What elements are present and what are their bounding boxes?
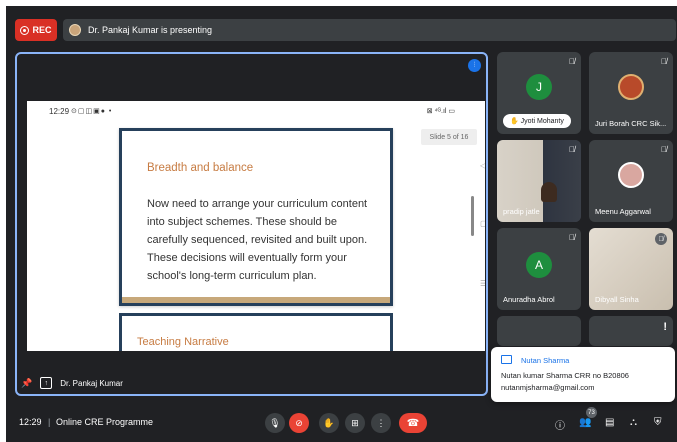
avatar: J bbox=[526, 74, 552, 100]
participant-tile[interactable]: 🎙̸ Dibyall Sinha bbox=[589, 228, 673, 310]
next-slide-card: Teaching Narrative bbox=[119, 313, 393, 351]
participant-count-badge: 73 bbox=[586, 407, 597, 418]
presenter-name: Dr. Pankaj Kumar bbox=[60, 378, 123, 388]
people-icon[interactable]: 👥 bbox=[579, 417, 591, 428]
notification-line-2: nutanmjsharma@gmail.com bbox=[501, 383, 595, 392]
presenter-avatar bbox=[69, 24, 81, 36]
mic-off-icon: 🎙̸ bbox=[569, 145, 575, 154]
speaking-indicator-icon: ⫶ bbox=[468, 59, 481, 72]
nav-back-icon[interactable]: ◁ bbox=[480, 161, 485, 170]
chat-notification[interactable]: Nutan Sharma Nutan kumar Sharma CRR no B… bbox=[491, 347, 675, 402]
camera-off-button[interactable]: ⊘ bbox=[289, 413, 309, 433]
meeting-name: Online CRE Programme bbox=[56, 417, 154, 427]
meet-window: REC Dr. Pankaj Kumar is presenting ⫶ 12:… bbox=[6, 6, 677, 442]
slide-body: Now need to arrange your curriculum cont… bbox=[147, 198, 368, 282]
leave-call-button[interactable]: ☎ bbox=[399, 413, 427, 433]
scroll-rail[interactable] bbox=[471, 196, 474, 236]
microphone-button[interactable]: 🎙 bbox=[265, 413, 285, 433]
participant-name: Dibyall Sinha bbox=[595, 295, 639, 304]
participant-silhouette bbox=[541, 182, 557, 202]
mic-off-icon: 🎙̸ bbox=[661, 145, 667, 154]
shared-screen: 12:29 ⊙▢◫▣● • ⊠ ⁴ᴳ.ıl ▭ Slide 5 of 16 Br… bbox=[27, 101, 485, 351]
meeting-details-icon[interactable]: ⓘ bbox=[555, 417, 565, 432]
slide-accent-bar bbox=[122, 297, 390, 303]
activities-icon[interactable]: ⛬ bbox=[630, 417, 637, 428]
mic-off-icon: 🎙̸ bbox=[569, 57, 575, 66]
participant-tile[interactable]: 🎙̸ A Anuradha Abrol bbox=[497, 228, 581, 310]
avatar bbox=[618, 162, 644, 188]
participant-name: ✋ Jyoti Mohanty bbox=[503, 114, 571, 128]
raise-hand-button[interactable]: ✋ bbox=[319, 413, 339, 433]
next-slide-title: Teaching Narrative bbox=[137, 336, 229, 348]
record-icon bbox=[20, 25, 30, 35]
participant-name: Anuradha Abrol bbox=[503, 295, 555, 304]
slide-card: Breadth and balance Now need to arrange … bbox=[119, 128, 393, 306]
present-now-button[interactable]: ⊞ bbox=[345, 413, 365, 433]
notification-line-1: Nutan kumar Sharma CRR no B20806 bbox=[501, 371, 629, 380]
signal-battery-icons: ⊠ ⁴ᴳ.ıl ▭ bbox=[426, 108, 455, 115]
mic-off-icon: 🎙̸ bbox=[661, 57, 667, 66]
participant-tile[interactable]: ! bbox=[589, 316, 673, 346]
device-status-icons: ⊙▢◫▣● • bbox=[71, 108, 113, 115]
participant-name: Meenu Aggarwal bbox=[595, 207, 651, 216]
nav-home-icon[interactable]: ▢ bbox=[480, 219, 485, 228]
mic-off-icon: 🎙̸ bbox=[655, 233, 667, 245]
present-screen-icon: ↑ bbox=[40, 377, 53, 389]
nav-menu-icon[interactable]: ☰ bbox=[480, 279, 485, 288]
mic-off-icon: 🎙̸ bbox=[569, 233, 575, 242]
avatar: A bbox=[526, 252, 552, 278]
participant-tile[interactable]: 🎙̸ pradip jatle bbox=[497, 140, 581, 222]
avatar bbox=[618, 74, 644, 100]
pin-icon[interactable]: 📌 bbox=[21, 378, 32, 389]
separator: | bbox=[48, 417, 51, 427]
chat-button-icon[interactable]: ▤ bbox=[605, 417, 614, 428]
device-time: 12:29 bbox=[49, 107, 70, 116]
participant-name: Juri Borah CRC Sik... bbox=[595, 119, 667, 128]
participant-tile[interactable] bbox=[497, 316, 581, 346]
notification-sender: Nutan Sharma bbox=[521, 356, 570, 365]
device-status-bar: 12:29 ⊙▢◫▣● • ⊠ ⁴ᴳ.ıl ▭ bbox=[27, 101, 485, 121]
slide-title: Breadth and balance bbox=[147, 162, 254, 174]
meeting-time: 12:29 bbox=[19, 417, 42, 427]
participant-name: pradip jatle bbox=[503, 207, 540, 216]
alert-icon: ! bbox=[663, 321, 667, 333]
presenting-banner: Dr. Pankaj Kumar is presenting bbox=[63, 19, 676, 41]
presenter-footer: 📌 ↑ Dr. Pankaj Kumar bbox=[21, 377, 123, 389]
more-options-button[interactable]: ⋮ bbox=[371, 413, 391, 433]
slide-counter: Slide 5 of 16 bbox=[421, 129, 477, 145]
recording-badge: REC bbox=[15, 19, 57, 41]
host-controls-icon[interactable]: ⛨ bbox=[654, 417, 662, 428]
participant-tile[interactable]: 🎙̸ J ✋ Jyoti Mohanty bbox=[497, 52, 581, 134]
presentation-stage[interactable]: ⫶ 12:29 ⊙▢◫▣● • ⊠ ⁴ᴳ.ıl ▭ Slide 5 of 16 … bbox=[15, 52, 488, 396]
participant-tile[interactable]: 🎙̸ Juri Borah CRC Sik... bbox=[589, 52, 673, 134]
presenting-text: Dr. Pankaj Kumar is presenting bbox=[88, 25, 213, 35]
participant-tile[interactable]: 🎙̸ Meenu Aggarwal bbox=[589, 140, 673, 222]
call-controls-bar: 12:29 | Online CRE Programme 🎙 ⊘ ✋ ⊞ ⋮ ☎… bbox=[6, 402, 677, 442]
recording-label: REC bbox=[32, 25, 52, 35]
chat-icon bbox=[501, 355, 512, 364]
notification-message: Nutan kumar Sharma CRR no B20806 nutanmj… bbox=[501, 370, 629, 394]
